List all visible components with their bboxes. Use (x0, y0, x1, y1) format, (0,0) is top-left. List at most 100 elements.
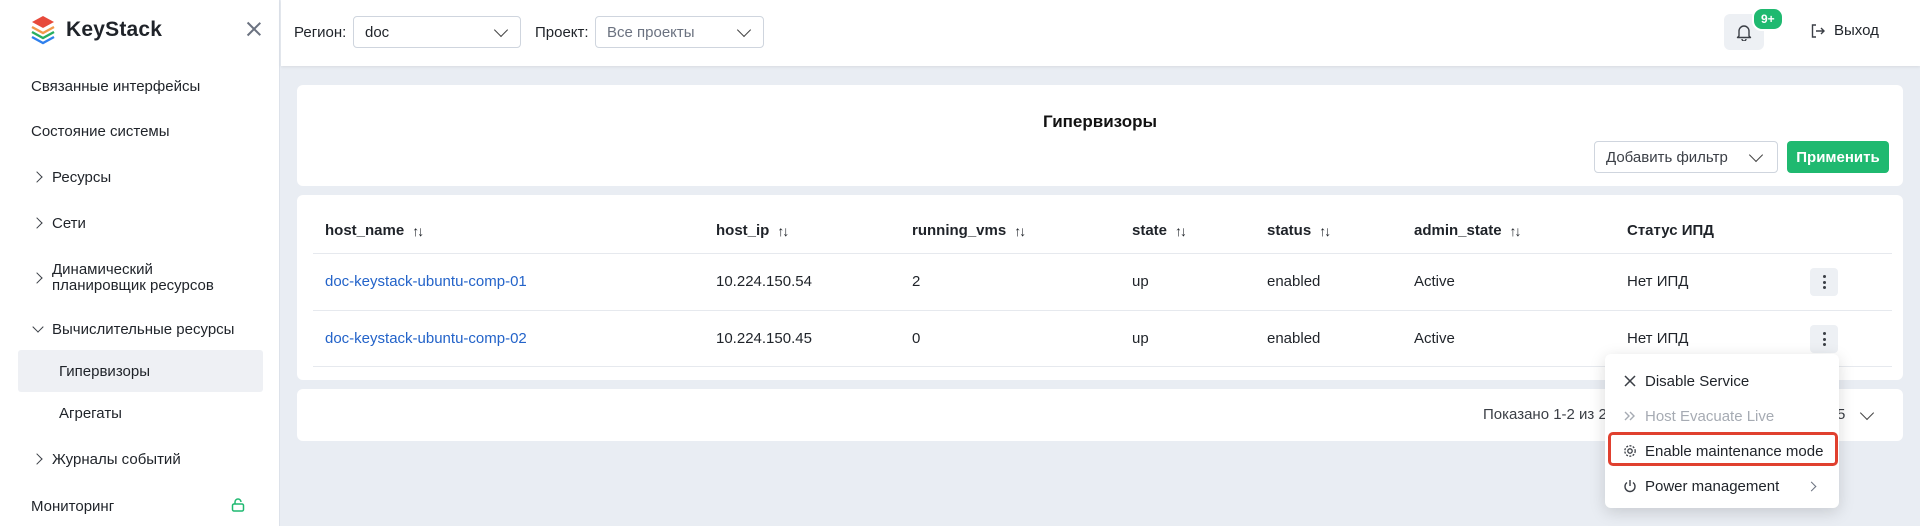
apply-filter-button[interactable]: Применить (1787, 141, 1889, 173)
sidebar-item-label-wrap: Динамический планировщик ресурсов (52, 262, 214, 294)
chevron-right-icon (32, 171, 44, 183)
sidebar-item-compute[interactable]: Вычислительные ресурсы (0, 318, 279, 340)
chevron-right-icon (32, 272, 44, 284)
sort-icon: ↑↓ (412, 222, 424, 239)
sidebar-item-label: Гипервизоры (59, 362, 150, 380)
running-vms-cell: 0 (912, 330, 921, 347)
ipd-status-cell: Нет ИПД (1627, 330, 1689, 347)
sidebar-item-hypervisors[interactable]: Гипервизоры (18, 350, 263, 392)
gear-icon (1624, 445, 1636, 457)
logout-label: Выход (1834, 22, 1879, 39)
sort-icon: ↑↓ (1014, 222, 1026, 239)
sidebar-item-networks[interactable]: Сети (0, 212, 279, 234)
column-header-host-ip[interactable]: host_ip ↑↓ (716, 222, 789, 239)
menu-item-power-management[interactable]: Power management (1605, 469, 1839, 503)
column-header-admin-state[interactable]: admin_state ↑↓ (1414, 222, 1522, 239)
column-header-state[interactable]: state ↑↓ (1132, 222, 1187, 239)
menu-item-label: Power management (1645, 477, 1780, 495)
double-chevron-right-icon (1624, 411, 1635, 421)
admin-state-cell: Active (1414, 273, 1455, 290)
sidebar-item-dynamic-scheduler[interactable]: Динамический планировщик ресурсов (0, 258, 279, 298)
region-value: doc (365, 24, 390, 41)
brand-logo[interactable]: KeyStack (30, 14, 162, 46)
sidebar-item-label: Ресурсы (52, 168, 112, 186)
row-divider (313, 310, 1892, 311)
column-header-label: status (1267, 222, 1312, 239)
sidebar-item-linked-interfaces[interactable]: Связанные интерфейсы (0, 75, 279, 97)
menu-item-label: Enable maintenance mode (1645, 442, 1824, 460)
menu-item-disable-service[interactable]: Disable Service (1605, 364, 1839, 398)
chevron-right-icon (32, 453, 44, 465)
keystack-logo-icon (31, 16, 55, 45)
close-icon (1624, 375, 1636, 387)
chevron-down-icon (32, 323, 44, 335)
chevron-right-icon (32, 217, 44, 229)
chevron-down-icon (736, 22, 752, 38)
host-ip-cell: 10.224.150.45 (716, 330, 812, 347)
sort-icon: ↑↓ (1175, 222, 1187, 239)
sidebar-item-label: Журналы событий (52, 450, 181, 468)
sidebar-item-label: Связанные интерфейсы (31, 77, 201, 95)
logout-icon (1811, 23, 1825, 38)
admin-state-cell: Active (1414, 330, 1455, 347)
column-header-label: running_vms (912, 222, 1007, 239)
region-select[interactable]: doc (353, 16, 521, 48)
sidebar: KeyStack Связанные интерфейсы Состояние … (0, 0, 280, 526)
sort-icon: ↑↓ (1509, 222, 1522, 239)
sidebar-item-label: Состояние системы (31, 122, 170, 140)
sidebar-item-event-logs[interactable]: Журналы событий (0, 448, 279, 470)
project-value: Все проекты (607, 24, 695, 41)
project-label: Проект: (535, 24, 589, 41)
menu-item-label: Host Evacuate Live (1645, 407, 1775, 425)
bell-icon (1736, 25, 1752, 41)
pagination-summary: Показано 1-2 из 2 (1483, 406, 1607, 423)
menu-item-enable-maintenance-mode[interactable]: Enable maintenance mode (1605, 434, 1839, 468)
notifications-badge: 9+ (1752, 7, 1784, 31)
sidebar-close-icon[interactable] (244, 19, 264, 39)
sidebar-item-label-line2: планировщик ресурсов (52, 277, 214, 294)
row-actions-button[interactable] (1810, 268, 1838, 296)
ipd-status-cell: Нет ИПД (1627, 273, 1689, 290)
row-actions-menu: Disable Service Host Evacuate Live Enabl… (1605, 354, 1839, 508)
column-header-status[interactable]: status ↑↓ (1267, 222, 1331, 239)
sort-icon: ↑↓ (777, 222, 789, 239)
chevron-right-icon (1806, 481, 1817, 491)
host-name-link[interactable]: doc-keystack-ubuntu-comp-02 (325, 330, 527, 347)
sidebar-item-label: Вычислительные ресурсы (52, 320, 235, 338)
host-name-link[interactable]: doc-keystack-ubuntu-comp-01 (325, 273, 527, 290)
sidebar-item-label: Агрегаты (59, 404, 122, 422)
sidebar-item-system-state[interactable]: Состояние системы (0, 120, 279, 142)
sort-icon: ↑↓ (1319, 222, 1331, 239)
state-cell: up (1132, 273, 1149, 290)
add-filter-select[interactable]: Добавить фильтр (1594, 141, 1778, 173)
column-header-running-vms[interactable]: running_vms ↑↓ (912, 222, 1026, 239)
brand-name: KeyStack (66, 18, 163, 41)
sidebar-item-label: Динамический (52, 261, 153, 278)
status-cell: enabled (1267, 330, 1321, 347)
add-filter-placeholder: Добавить фильтр (1606, 149, 1728, 166)
row-actions-button[interactable] (1810, 325, 1838, 353)
column-header-label: host_ip (716, 222, 770, 239)
menu-item-label: Disable Service (1645, 372, 1750, 390)
region-label: Регион: (294, 24, 347, 41)
sidebar-item-aggregates[interactable]: Агрегаты (18, 392, 263, 434)
project-select[interactable]: Все проекты (595, 16, 764, 48)
state-cell: up (1132, 330, 1149, 347)
column-header-label: Статус ИПД (1627, 222, 1714, 239)
column-header-label: host_name (325, 222, 405, 239)
power-icon (1624, 480, 1636, 493)
column-header-ipd-status: Статус ИПД (1627, 222, 1714, 239)
column-header-label: admin_state (1414, 222, 1502, 239)
sidebar-item-label: Мониторинг (31, 497, 115, 515)
lock-icon (231, 498, 245, 512)
chevron-down-icon (493, 22, 509, 38)
menu-item-host-evacuate-live: Host Evacuate Live (1605, 399, 1839, 433)
row-divider (313, 253, 1892, 254)
sidebar-item-label: Сети (52, 214, 86, 232)
column-header-host-name[interactable]: host_name ↑↓ (325, 222, 424, 239)
top-header: Регион: doc Проект: Все проекты (281, 0, 1920, 66)
logout-button[interactable]: Выход (1810, 22, 1879, 39)
sidebar-item-resources[interactable]: Ресурсы (0, 166, 279, 188)
running-vms-cell: 2 (912, 273, 921, 290)
chevron-down-icon (1748, 147, 1764, 163)
